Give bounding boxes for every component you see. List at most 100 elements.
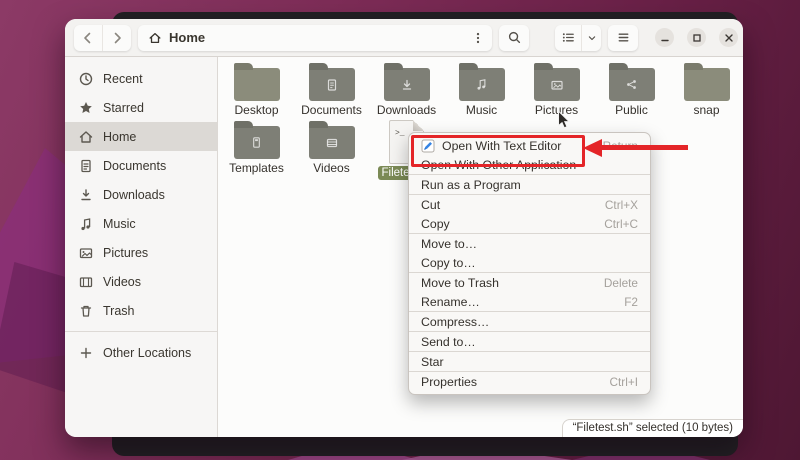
folder-public[interactable]: Public: [594, 61, 669, 117]
location-menu-button[interactable]: [468, 27, 488, 49]
menu-item-rename[interactable]: Rename… F2: [409, 292, 650, 311]
sidebar-item-starred[interactable]: Starred: [65, 93, 217, 122]
menu-shortcut: Ctrl+C: [604, 217, 638, 231]
folder-icon: [384, 68, 430, 101]
folder-label: Documents: [301, 104, 362, 117]
sidebar-separator: [65, 331, 217, 332]
folder-downloads[interactable]: Downloads: [369, 61, 444, 117]
path-bar[interactable]: Home: [138, 25, 492, 51]
sidebar-item-recent[interactable]: Recent: [65, 64, 217, 93]
menu-item-label: Cut: [421, 198, 440, 212]
sidebar-item-label: Recent: [103, 72, 143, 86]
menu-item-label: Send to…: [421, 335, 476, 349]
menu-item-run-as-a-program[interactable]: Run as a Program: [409, 175, 650, 194]
home-icon: [78, 129, 94, 145]
folder-icon: [234, 68, 280, 101]
folder-label: Desktop: [234, 104, 278, 117]
minimize-icon: [660, 33, 670, 43]
files-window: Home: [65, 19, 743, 437]
sidebar-item-music[interactable]: Music: [65, 209, 217, 238]
folder-documents[interactable]: Documents: [294, 61, 369, 117]
menu-item-label: Move to Trash: [421, 276, 499, 290]
sidebar-item-downloads[interactable]: Downloads: [65, 180, 217, 209]
menu-item-compress[interactable]: Compress…: [409, 312, 650, 331]
close-button[interactable]: [719, 28, 738, 47]
folder-label: snap: [693, 104, 719, 117]
document-icon: [78, 158, 94, 174]
folder-icon: [309, 68, 355, 101]
folder-label: Public: [615, 104, 648, 117]
folder-desktop[interactable]: Desktop: [219, 61, 294, 117]
folder-pictures[interactable]: Pictures: [519, 61, 594, 117]
minimize-button[interactable]: [655, 28, 674, 47]
sidebar-item-label: Downloads: [103, 188, 165, 202]
forward-icon: [109, 30, 125, 46]
main-menu-button[interactable]: [608, 25, 638, 51]
back-icon: [80, 30, 96, 46]
menu-item-copy-to[interactable]: Copy to…: [409, 253, 650, 272]
search-icon: [507, 30, 522, 45]
sidebar-item-label: Videos: [103, 275, 141, 289]
view-options-button[interactable]: [581, 25, 601, 51]
sidebar-item-videos[interactable]: Videos: [65, 267, 217, 296]
menu-item-label: Star: [421, 355, 444, 369]
back-button[interactable]: [74, 25, 102, 51]
menu-item-properties[interactable]: Properties Ctrl+I: [409, 372, 650, 391]
menu-item-cut[interactable]: Cut Ctrl+X: [409, 195, 650, 214]
document-emblem-icon: [309, 68, 355, 101]
menu-item-label: Run as a Program: [421, 178, 521, 192]
search-button[interactable]: [499, 25, 529, 51]
status-bar: “Filetest.sh” selected (10 bytes): [562, 419, 743, 437]
mouse-cursor-icon: [556, 110, 571, 130]
folder-snap[interactable]: snap: [669, 61, 743, 117]
menu-item-label: Copy to…: [421, 256, 476, 270]
folder-label: Videos: [313, 162, 349, 175]
sidebar-item-trash[interactable]: Trash: [65, 296, 217, 325]
sidebar-item-label: Starred: [103, 101, 144, 115]
menu-item-label: Copy: [421, 217, 450, 231]
annotation-arrow-shaft: [600, 145, 688, 150]
sidebar-item-label: Trash: [103, 304, 135, 318]
folder-icon: [459, 68, 505, 101]
plus-icon: [78, 345, 94, 361]
menu-item-copy[interactable]: Copy Ctrl+C: [409, 214, 650, 233]
menu-item-label: Properties: [421, 375, 477, 389]
folder-icon: [234, 126, 280, 159]
sidebar-item-label: Other Locations: [103, 346, 191, 360]
maximize-icon: [692, 33, 702, 43]
menu-item-move-to-trash[interactable]: Move to Trash Delete: [409, 273, 650, 292]
sidebar-item-home[interactable]: Home: [65, 122, 217, 151]
menu-shortcut: F2: [624, 295, 638, 309]
menu-item-label: Compress…: [421, 315, 489, 329]
music-note-icon: [78, 216, 94, 232]
music-emblem-icon: [459, 68, 505, 101]
share-emblem-icon: [609, 68, 655, 101]
sidebar-item-pictures[interactable]: Pictures: [65, 238, 217, 267]
folder-music[interactable]: Music: [444, 61, 519, 117]
menu-item-move-to[interactable]: Move to…: [409, 234, 650, 253]
shell-prompt-glyph: >_: [395, 129, 405, 138]
folder-icon: [309, 126, 355, 159]
context-menu: Open With Text Editor Return Open With O…: [408, 132, 651, 395]
sidebar-item-label: Pictures: [103, 246, 148, 260]
folder-videos[interactable]: Videos: [294, 119, 369, 180]
sidebar-item-other-locations[interactable]: Other Locations: [65, 338, 217, 367]
forward-button[interactable]: [102, 25, 131, 51]
menu-item-star[interactable]: Star: [409, 352, 650, 371]
maximize-button[interactable]: [687, 28, 706, 47]
list-view-button[interactable]: [555, 25, 581, 51]
menu-item-label: Move to…: [421, 237, 477, 251]
nav-button-group: [74, 25, 131, 51]
folder-templates[interactable]: Templates: [219, 119, 294, 180]
video-icon: [78, 274, 94, 290]
list-view-icon: [561, 30, 576, 45]
sidebar-item-documents[interactable]: Documents: [65, 151, 217, 180]
picture-icon: [78, 245, 94, 261]
titlebar: Home: [65, 19, 743, 57]
sidebar-item-label: Music: [103, 217, 136, 231]
folder-label: Downloads: [377, 104, 436, 117]
sidebar-item-label: Home: [103, 130, 136, 144]
chevron-down-icon: [586, 32, 598, 44]
folder-icon: [609, 68, 655, 101]
menu-item-send-to[interactable]: Send to…: [409, 332, 650, 351]
